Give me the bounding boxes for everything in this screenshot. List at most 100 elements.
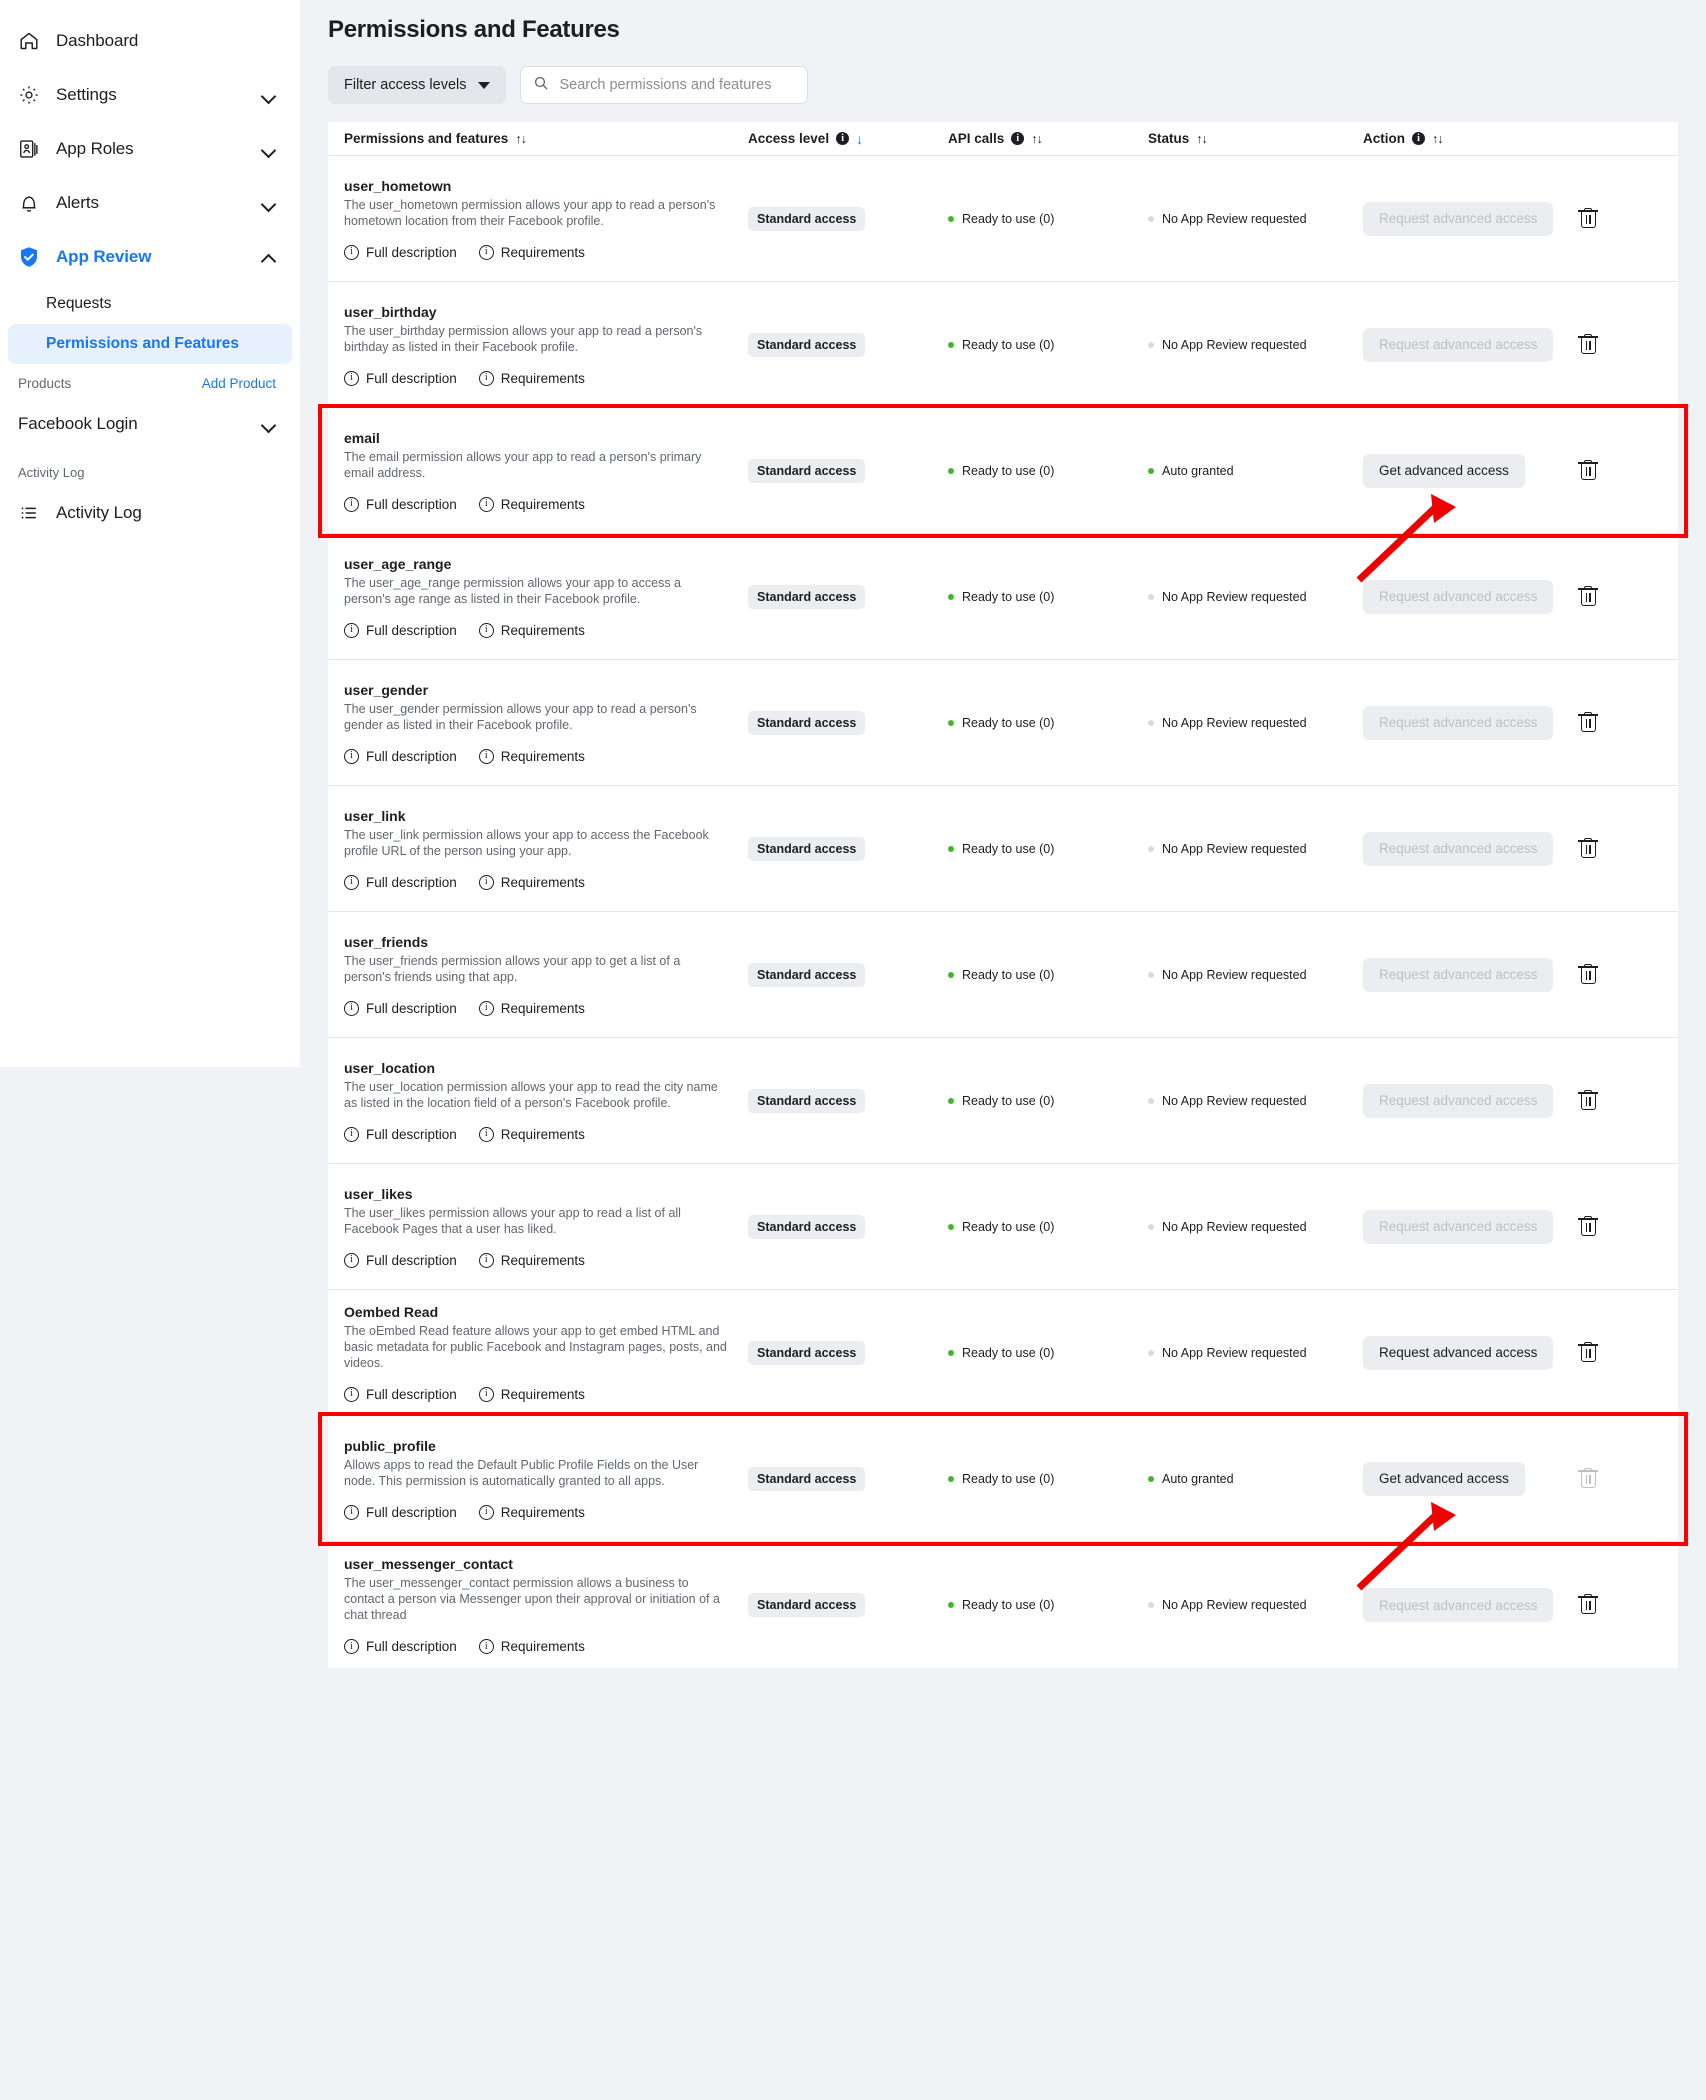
full-description-label: Full description (366, 748, 457, 764)
trash-icon[interactable] (1578, 1089, 1598, 1112)
column-header-status[interactable]: Status ↑↓ (1148, 131, 1363, 146)
full-description-link[interactable]: i Full description (344, 370, 457, 386)
delete-cell (1578, 1467, 1678, 1490)
trash-icon[interactable] (1578, 1341, 1598, 1364)
table-row: user_gender The user_gender permission a… (328, 660, 1678, 786)
full-description-link[interactable]: i Full description (344, 874, 457, 890)
trash-icon[interactable] (1578, 1467, 1598, 1490)
advanced-access-button[interactable]: Request advanced access (1363, 327, 1554, 362)
full-description-link[interactable]: i Full description (344, 1639, 457, 1654)
advanced-access-button[interactable]: Request advanced access (1363, 201, 1554, 236)
requirements-link[interactable]: i Requirements (478, 874, 585, 890)
sidebar-item-alerts[interactable]: Alerts (0, 176, 300, 230)
sidebar-item-dashboard[interactable]: Dashboard (0, 14, 300, 68)
full-description-label: Full description (366, 874, 457, 890)
chevron-up-icon[interactable] (262, 250, 276, 264)
full-description-link[interactable]: i Full description (344, 748, 457, 764)
sidebar-subitem-permissions-and-features[interactable]: Permissions and Features (8, 324, 292, 364)
advanced-access-button[interactable]: Get advanced access (1363, 453, 1525, 488)
filter-access-levels-button[interactable]: Filter access levels (328, 66, 507, 104)
full-description-link[interactable]: i Full description (344, 244, 457, 260)
requirements-link[interactable]: i Requirements (478, 622, 585, 638)
requirements-link[interactable]: i Requirements (478, 1504, 585, 1520)
column-header-access-level[interactable]: Access level i ↓ (748, 131, 948, 147)
advanced-access-button[interactable]: Request advanced access (1363, 957, 1554, 992)
requirements-link[interactable]: i Requirements (478, 1386, 585, 1402)
search-input[interactable] (559, 77, 796, 93)
full-description-link[interactable]: i Full description (344, 1000, 457, 1016)
requirements-link[interactable]: i Requirements (478, 1126, 585, 1142)
column-header-action[interactable]: Action i ↑↓ (1363, 131, 1578, 146)
requirements-link[interactable]: i Requirements (478, 496, 585, 512)
sort-icon[interactable]: ↑↓ (1432, 132, 1443, 146)
status-value: No App Review requested (1162, 1219, 1307, 1234)
chevron-down-icon[interactable] (262, 142, 276, 156)
column-header-permissions-and-features[interactable]: Permissions and features ↑↓ (328, 131, 748, 146)
action-cell: Request advanced access (1363, 1335, 1578, 1370)
sort-icon[interactable]: ↑↓ (515, 132, 526, 146)
requirements-link[interactable]: i Requirements (478, 1639, 585, 1654)
advanced-access-button[interactable]: Request advanced access (1363, 1083, 1554, 1118)
sort-descending-icon[interactable]: ↓ (856, 131, 863, 147)
info-icon: i (344, 1386, 359, 1402)
status-dot-icon (1148, 341, 1154, 348)
trash-icon[interactable] (1578, 585, 1598, 608)
info-icon[interactable]: i (836, 132, 850, 145)
add-product-link[interactable]: Add Product (202, 376, 276, 391)
sidebar-item-app-review[interactable]: App Review (0, 230, 300, 284)
requirements-link[interactable]: i Requirements (478, 1252, 585, 1268)
chevron-down-icon[interactable] (262, 196, 276, 210)
full-description-link[interactable]: i Full description (344, 622, 457, 638)
search-box[interactable] (520, 66, 809, 104)
chevron-down-icon[interactable] (262, 417, 276, 431)
full-description-link[interactable]: i Full description (344, 1504, 457, 1520)
requirements-link[interactable]: i Requirements (478, 370, 585, 386)
api-calls-value: Ready to use (0) (962, 967, 1055, 982)
column-header-api-calls[interactable]: API calls i ↑↓ (948, 131, 1148, 146)
advanced-access-button[interactable]: Request advanced access (1363, 1588, 1554, 1622)
advanced-access-button[interactable]: Request advanced access (1363, 705, 1554, 740)
trash-icon[interactable] (1578, 333, 1598, 356)
permission-info-cell: user_hometown The user_hometown permissi… (328, 178, 748, 260)
access-level-cell: Standard access (748, 1593, 948, 1617)
trash-icon[interactable] (1578, 1215, 1598, 1238)
sidebar-item-app-roles[interactable]: App Roles (0, 122, 300, 176)
trash-icon[interactable] (1578, 459, 1598, 482)
requirements-link[interactable]: i Requirements (478, 1000, 585, 1016)
advanced-access-button[interactable]: Request advanced access (1363, 1209, 1554, 1244)
advanced-access-button[interactable]: Request advanced access (1363, 1335, 1554, 1370)
requirements-link[interactable]: i Requirements (478, 244, 585, 260)
advanced-access-button[interactable]: Request advanced access (1363, 831, 1554, 866)
chevron-down-icon[interactable] (262, 88, 276, 102)
full-description-link[interactable]: i Full description (344, 1252, 457, 1268)
full-description-link[interactable]: i Full description (344, 1126, 457, 1142)
access-level-cell: Standard access (748, 836, 948, 861)
info-icon[interactable]: i (1011, 132, 1025, 145)
delete-cell (1578, 1594, 1678, 1616)
permission-links: i Full description i Requirements (344, 1126, 748, 1142)
full-description-link[interactable]: i Full description (344, 1386, 457, 1402)
sidebar-item-settings[interactable]: Settings (0, 68, 300, 122)
sort-icon[interactable]: ↑↓ (1196, 132, 1207, 146)
requirements-link[interactable]: i Requirements (478, 748, 585, 764)
trash-icon[interactable] (1578, 837, 1598, 860)
advanced-access-button[interactable]: Get advanced access (1363, 1461, 1525, 1496)
trash-icon[interactable] (1578, 1594, 1598, 1616)
sidebar-item-activity-log[interactable]: Activity Log (0, 486, 300, 540)
trash-icon[interactable] (1578, 963, 1598, 986)
permission-description: The user_location permission allows your… (344, 1079, 718, 1110)
status-dot-icon (1148, 1349, 1154, 1356)
api-calls-cell: Ready to use (0) (948, 212, 1148, 226)
trash-icon[interactable] (1578, 207, 1598, 230)
api-calls-cell: Ready to use (0) (948, 1220, 1148, 1234)
sidebar-item-facebook-login[interactable]: Facebook Login (0, 397, 300, 451)
sidebar-subitem-requests[interactable]: Requests (8, 284, 292, 324)
sort-icon[interactable]: ↑↓ (1031, 132, 1042, 146)
action-cell: Get advanced access (1363, 453, 1578, 488)
info-icon[interactable]: i (1412, 132, 1425, 145)
permission-info-cell: user_location The user_location permissi… (328, 1060, 748, 1142)
full-description-link[interactable]: i Full description (344, 496, 457, 512)
permission-links: i Full description i Requirements (344, 748, 748, 764)
trash-icon[interactable] (1578, 711, 1598, 734)
advanced-access-button[interactable]: Request advanced access (1363, 579, 1554, 614)
